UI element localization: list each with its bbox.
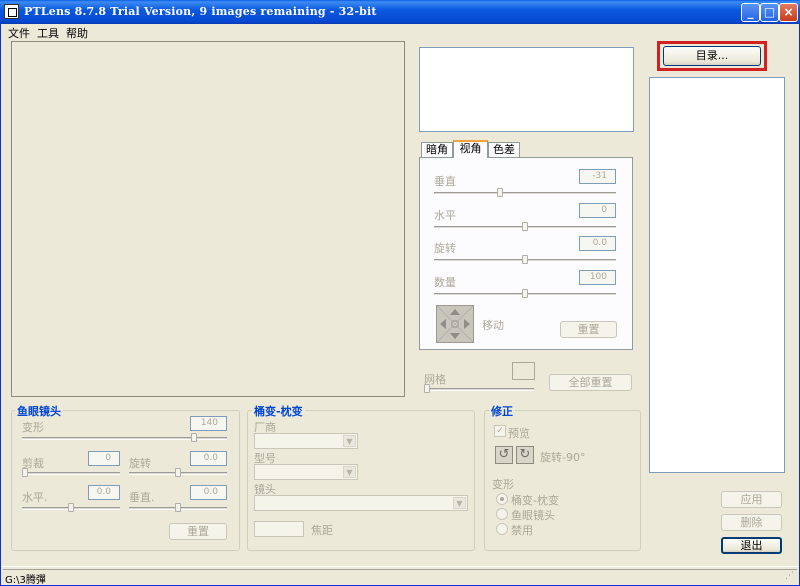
window-title: PTLens 8.7.8 Trial Version, 9 images rem… [24, 5, 377, 18]
menu-file[interactable]: 文件 [8, 25, 30, 41]
radio-disabled-label: 禁用 [511, 524, 533, 537]
horizontal-value[interactable]: 0 [579, 203, 616, 218]
title-bar[interactable]: PTLens 8.7.8 Trial Version, 9 images rem… [0, 0, 800, 24]
maximize-button[interactable]: □ [760, 3, 779, 22]
fisheye-distort-value[interactable]: 140 [190, 416, 227, 431]
model-select[interactable]: ▼ [254, 464, 358, 480]
fisheye-crop-slider-thumb[interactable] [22, 468, 28, 477]
perspective-reset-button[interactable]: 重置 [560, 321, 617, 338]
fisheye-crop-value[interactable]: 0 [88, 451, 120, 466]
radio-disabled[interactable] [496, 523, 508, 535]
distort-mode-label: 变形 [492, 478, 514, 491]
fisheye-horizontal-value[interactable]: 0.0 [88, 485, 120, 500]
fisheye-rotate-slider-thumb[interactable] [175, 468, 181, 477]
maker-select[interactable]: ▼ [254, 433, 358, 449]
menu-bar: 文件 工具 帮助 [1, 24, 799, 40]
move-label: 移动 [482, 319, 504, 332]
focal-length-label: 焦距 [311, 524, 333, 537]
barrel-group-title: 桶变-枕变 [252, 403, 305, 419]
grid-slider[interactable] [424, 388, 534, 391]
status-panel: G:\3腾彈 [3, 569, 797, 586]
fisheye-vertical-label: 垂直. [129, 491, 155, 504]
rotate-label: 旋转 [434, 242, 456, 255]
vertical-label: 垂直 [434, 175, 456, 188]
vertical-slider[interactable] [434, 192, 616, 195]
move-arrows-icon [436, 305, 474, 343]
lens-select[interactable]: ▼ [254, 495, 468, 511]
fisheye-rotate-value[interactable]: 0.0 [190, 451, 227, 466]
radio-fisheye[interactable] [496, 508, 508, 520]
status-path: G:\3腾彈 [5, 575, 46, 586]
tab-vignetting[interactable]: 暗角 [421, 142, 453, 157]
preview-checkbox-label: 预览 [508, 427, 530, 440]
grid-slider-thumb[interactable] [424, 384, 430, 393]
amount-value[interactable]: 100 [579, 270, 616, 285]
rotate-slider-thumb[interactable] [522, 255, 528, 264]
fisheye-crop-slider[interactable] [22, 472, 120, 475]
fisheye-vertical-slider-thumb[interactable] [175, 503, 181, 512]
fisheye-horizontal-slider-thumb[interactable] [68, 503, 74, 512]
tab-perspective[interactable]: 视角 [453, 140, 488, 158]
reset-all-button[interactable]: 全部重置 [549, 374, 632, 391]
grid-color-swatch[interactable] [512, 362, 535, 380]
rotate-90-label: 旋转-90° [540, 451, 586, 464]
image-canvas[interactable] [11, 41, 405, 397]
vertical-value[interactable]: -31 [579, 169, 616, 184]
close-button[interactable]: × [779, 3, 798, 22]
fisheye-distort-label: 变形 [22, 421, 44, 434]
focal-length-input[interactable] [254, 521, 304, 537]
amount-label: 数量 [434, 276, 456, 289]
minimize-button[interactable]: _ [741, 3, 760, 22]
file-list[interactable] [649, 77, 785, 473]
rotate-left-icon[interactable]: ↺ [495, 446, 513, 464]
fisheye-reset-button[interactable]: 重置 [169, 523, 227, 540]
move-pad[interactable] [436, 305, 474, 343]
status-bar: G:\3腾彈 ⋰ [1, 566, 799, 586]
horizontal-label: 水平 [434, 209, 456, 222]
apply-button[interactable]: 应用 [721, 491, 782, 508]
chevron-down-icon: ▼ [343, 435, 356, 447]
app-icon[interactable] [4, 4, 19, 19]
rotate-value[interactable]: 0.0 [579, 236, 616, 251]
radio-barrel-label: 桶变-枕变 [511, 494, 559, 507]
delete-button[interactable]: 删除 [721, 514, 782, 531]
correct-group-title: 修正 [489, 403, 515, 419]
exit-button[interactable]: 退出 [721, 537, 782, 554]
resize-grip-icon[interactable]: ⋰ [785, 571, 797, 583]
radio-barrel[interactable] [496, 493, 508, 505]
chevron-down-icon: ▼ [453, 497, 466, 509]
amount-slider-thumb[interactable] [522, 289, 528, 298]
fisheye-horizontal-label: 水平. [22, 491, 48, 504]
menu-tools[interactable]: 工具 [37, 25, 59, 41]
chevron-down-icon: ▼ [343, 466, 356, 478]
rotate-right-icon[interactable]: ↻ [516, 446, 534, 464]
vertical-slider-thumb[interactable] [497, 188, 504, 197]
horizontal-slider-thumb[interactable] [522, 222, 528, 231]
preview-checkbox[interactable]: ✓ [494, 425, 506, 437]
preview-thumbnail [419, 47, 634, 132]
fisheye-rotate-label: 旋转 [129, 457, 151, 470]
menu-help[interactable]: 帮助 [66, 25, 88, 41]
tab-chromatic[interactable]: 色差 [488, 142, 520, 157]
fisheye-group-title: 鱼眼镜头 [15, 403, 63, 419]
directory-button[interactable]: 目录... [663, 46, 761, 66]
fisheye-distort-slider-thumb[interactable] [191, 433, 198, 442]
radio-fisheye-label: 鱼眼镜头 [511, 509, 555, 522]
fisheye-vertical-value[interactable]: 0.0 [190, 485, 227, 500]
